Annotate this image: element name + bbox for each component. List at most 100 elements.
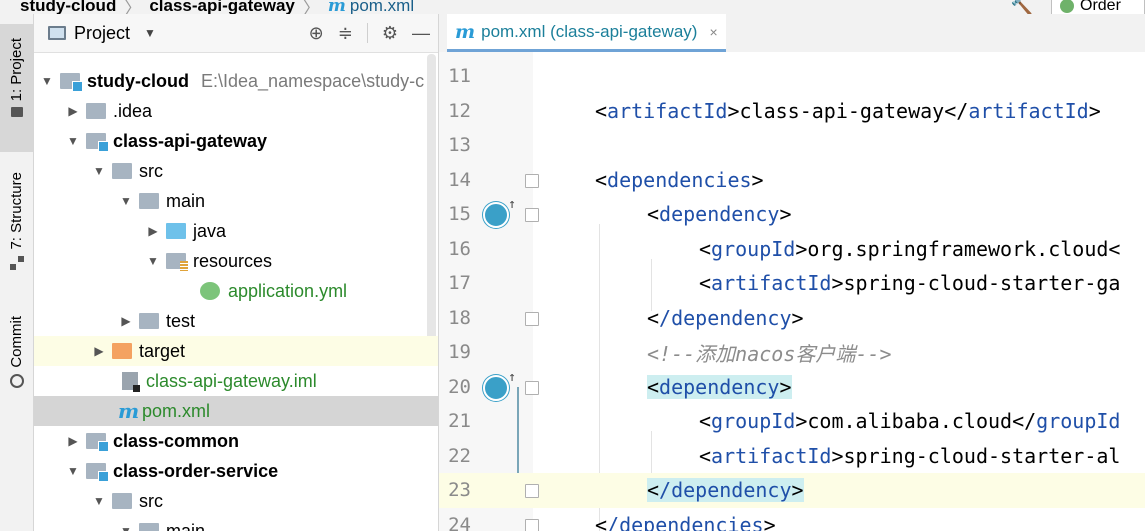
xml-tag: artifactId xyxy=(711,443,832,468)
expand-arrow-icon[interactable]: ▼ xyxy=(38,74,56,88)
xml-value: org.springframework.cloud< xyxy=(807,236,1121,261)
line-number: 18 xyxy=(448,306,471,329)
collapsed-arrow-icon[interactable]: ▶ xyxy=(64,104,82,118)
structure-tool-tab[interactable]: 7: Structure xyxy=(0,164,33,284)
xml-tag: /dependencies xyxy=(607,512,764,531)
resources-folder-icon xyxy=(166,253,188,271)
hide-panel-icon[interactable]: — xyxy=(412,23,430,44)
expand-arrow-icon[interactable]: ▼ xyxy=(90,164,108,178)
module-folder-icon xyxy=(60,73,83,92)
fold-marker-icon[interactable] xyxy=(525,518,539,531)
xml-tag: /dependency xyxy=(659,478,792,503)
code-line-15: 15 <dependency> xyxy=(439,197,1145,232)
build-hammer-icon[interactable]: 🔨 xyxy=(1011,0,1033,14)
tree-item-label: study-cloud xyxy=(87,70,189,91)
collapse-all-icon[interactable]: ≑ xyxy=(338,23,353,44)
code-comment: <!--添加nacos客户端--> xyxy=(647,341,892,366)
tree-item-label: class-order-service xyxy=(113,460,279,481)
collapsed-arrow-icon[interactable]: ▶ xyxy=(90,344,108,358)
expand-arrow-icon[interactable]: ▼ xyxy=(117,524,135,531)
project-panel-title: Project xyxy=(74,22,131,43)
chevron-down-icon: ▼ xyxy=(144,26,156,40)
code-text: <dependency> xyxy=(647,374,792,399)
tree-item-src[interactable]: ▼ src xyxy=(34,156,438,186)
locate-file-icon[interactable]: ⊕ xyxy=(309,23,324,44)
folder-icon xyxy=(10,107,23,118)
tree-item-class-api-gateway[interactable]: ▼ class-api-gateway xyxy=(34,126,438,156)
run-configuration-select[interactable]: Order xyxy=(1051,0,1145,14)
dependency-gutter-icon[interactable] xyxy=(483,370,516,401)
tree-item-label: main xyxy=(166,520,206,531)
source-folder-icon xyxy=(166,223,186,239)
commit-tool-label: Commit xyxy=(8,316,25,368)
collapsed-arrow-icon[interactable]: ▶ xyxy=(117,314,135,328)
spring-yml-icon xyxy=(200,282,220,300)
tree-item-study-cloud[interactable]: ▼ study-cloud E:\Idea_namespace\study-c xyxy=(34,66,438,96)
tree-item-class-order-service[interactable]: ▼ class-order-service xyxy=(34,456,438,486)
folder-icon xyxy=(86,103,106,119)
gear-icon[interactable]: ⚙ xyxy=(382,23,398,44)
module-folder-icon xyxy=(86,133,109,152)
line-number: 15 xyxy=(448,203,471,226)
xml-tag: dependency xyxy=(659,374,780,399)
tree-item-src[interactable]: ▼ src xyxy=(34,486,438,516)
xml-tag: dependencies xyxy=(607,167,752,192)
tree-item-label: application.yml xyxy=(228,280,348,301)
xml-tag: dependency xyxy=(659,202,780,227)
breadcrumb-separator: 〉 xyxy=(302,0,320,15)
structure-tool-label: 7: Structure xyxy=(8,172,25,250)
tree-item-pom[interactable]: m pom.xml xyxy=(34,396,438,426)
xml-tag: groupId xyxy=(1036,409,1121,434)
breadcrumb-project[interactable]: study-cloud xyxy=(16,0,120,14)
tree-item-label: java xyxy=(193,220,227,241)
breadcrumb-module[interactable]: class-api-gateway xyxy=(145,0,299,14)
editor-tab-label: pom.xml (class-api-gateway) xyxy=(481,21,698,41)
fold-marker-icon[interactable] xyxy=(525,208,539,222)
tree-item-resources[interactable]: ▼ resources xyxy=(34,246,438,276)
tree-item-label: resources xyxy=(193,250,273,271)
project-tool-tab[interactable]: 1: Project xyxy=(0,24,33,152)
tree-item-java[interactable]: ▶ java xyxy=(34,216,438,246)
xml-value: class-api-gateway xyxy=(739,98,945,123)
tree-item-target[interactable]: ▶ target xyxy=(34,336,438,366)
tree-item-application-yml[interactable]: application.yml xyxy=(34,276,438,306)
line-number: 14 xyxy=(448,168,471,191)
expand-arrow-icon[interactable]: ▼ xyxy=(90,494,108,508)
xml-tag: groupId xyxy=(711,409,796,434)
collapsed-arrow-icon[interactable]: ▶ xyxy=(64,434,82,448)
expand-arrow-icon[interactable]: ▼ xyxy=(117,194,135,208)
code-line-14: 14 <dependencies> xyxy=(439,163,1145,198)
dependency-gutter-icon[interactable] xyxy=(483,197,516,228)
tree-item-main[interactable]: ▼ main xyxy=(34,186,438,216)
fold-marker-icon[interactable] xyxy=(525,380,539,395)
tree-item-main[interactable]: ▼ main xyxy=(34,516,438,531)
collapsed-arrow-icon[interactable]: ▶ xyxy=(144,224,162,238)
line-number: 13 xyxy=(448,134,471,157)
structure-icon xyxy=(9,255,24,270)
fold-marker-icon[interactable] xyxy=(525,173,539,188)
breadcrumb-file[interactable]: m pom.xml xyxy=(324,0,418,14)
tree-item-label: main xyxy=(166,190,206,211)
breadcrumb-separator: 〉 xyxy=(124,0,142,15)
expand-arrow-icon[interactable]: ▼ xyxy=(64,464,82,478)
project-view-selector[interactable]: Project ▼ xyxy=(48,23,156,44)
tool-window-stripe: 1: Project 7: Structure Commit xyxy=(0,14,34,531)
xml-tag: groupId xyxy=(711,236,796,261)
close-icon[interactable]: × xyxy=(709,24,717,40)
line-number: 22 xyxy=(448,444,471,467)
code-line-18: 18 </dependency> xyxy=(439,301,1145,336)
tree-item-iml[interactable]: class-api-gateway.iml xyxy=(34,366,438,396)
commit-tool-tab[interactable]: Commit xyxy=(0,310,33,400)
tree-item-idea[interactable]: ▶ .idea xyxy=(34,96,438,126)
xml-tag: artifactId xyxy=(607,98,728,123)
fold-marker-icon[interactable] xyxy=(525,484,539,498)
fold-marker-icon[interactable] xyxy=(525,311,539,326)
expand-arrow-icon[interactable]: ▼ xyxy=(64,134,82,148)
code-text: </dependency> xyxy=(647,305,804,330)
tree-item-class-common[interactable]: ▶ class-common xyxy=(34,426,438,456)
expand-arrow-icon[interactable]: ▼ xyxy=(144,254,162,268)
line-number: 17 xyxy=(448,272,471,295)
toolbar-right: 🔨 Order xyxy=(1011,0,1145,14)
editor-tab-pom[interactable]: m pom.xml (class-api-gateway) × xyxy=(447,14,726,52)
tree-item-test[interactable]: ▶ test xyxy=(34,306,438,336)
